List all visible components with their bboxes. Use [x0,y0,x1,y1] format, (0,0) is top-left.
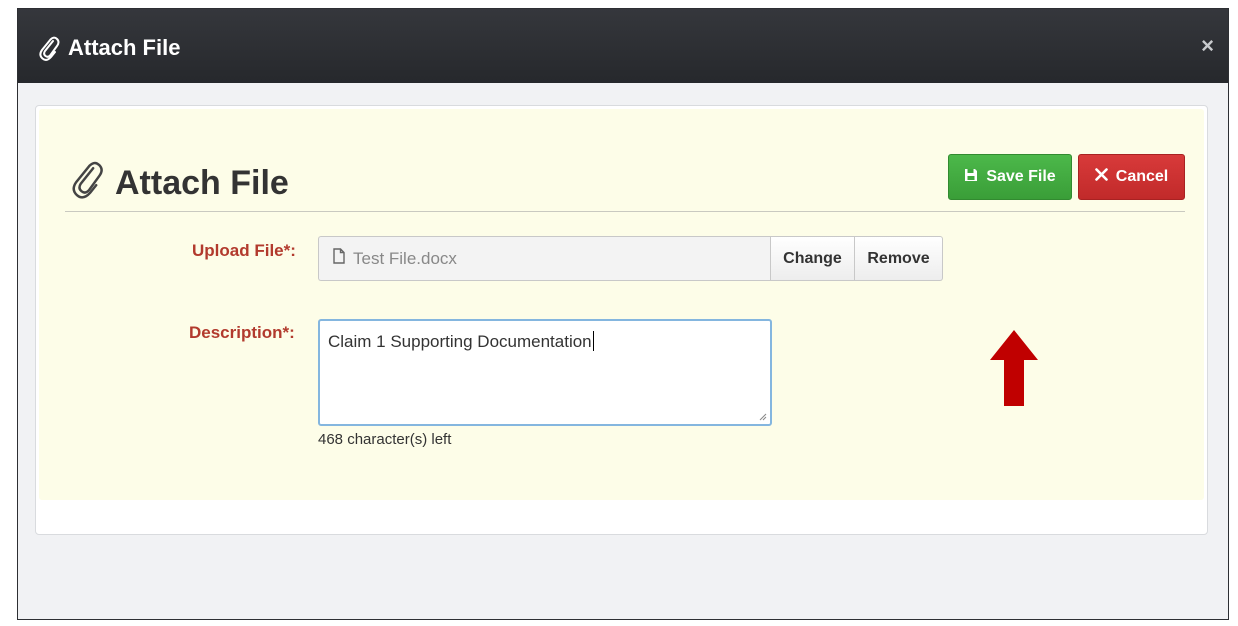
upload-file-label: Upload File*: [192,241,296,260]
file-name: Test File.docx [353,248,457,268]
description-text: Claim 1 Supporting Documentation [328,332,592,351]
paperclip-icon [69,159,105,208]
file-input-group: Test File.docx Change Remove [318,236,943,281]
paperclip-icon [38,35,60,61]
save-file-button[interactable]: Save File [948,154,1072,200]
modal-title-text: Attach File [68,35,181,60]
file-name-field[interactable]: Test File.docx [318,236,770,281]
page-title-text: Attach File [115,164,289,202]
title-divider [65,211,1185,212]
resize-grip-icon[interactable] [758,412,767,421]
attach-file-form: Attach File Save File Cancel Upload File… [39,109,1204,500]
close-button[interactable]: × [1201,35,1214,57]
description-label: Description*: [189,323,295,342]
cancel-button[interactable]: Cancel [1078,154,1185,200]
remove-file-button[interactable]: Remove [855,236,943,281]
cancel-label: Cancel [1115,168,1169,185]
x-icon [1094,168,1108,186]
text-caret [592,331,594,351]
save-file-label: Save File [986,168,1056,185]
attach-file-panel: Attach File Save File Cancel Upload File… [35,105,1208,535]
page-title: Attach File [69,159,289,208]
document-icon [333,248,345,269]
attach-file-modal: Attach File × Attach File Save File Canc… [17,8,1229,620]
save-disk-icon [964,168,978,187]
character-count: 468 character(s) left [318,431,452,448]
modal-header: Attach File × [18,9,1228,83]
description-textarea[interactable]: Claim 1 Supporting Documentation [318,319,772,426]
up-arrow-icon [990,330,1038,411]
modal-title: Attach File [38,35,180,61]
change-file-button[interactable]: Change [770,236,855,281]
